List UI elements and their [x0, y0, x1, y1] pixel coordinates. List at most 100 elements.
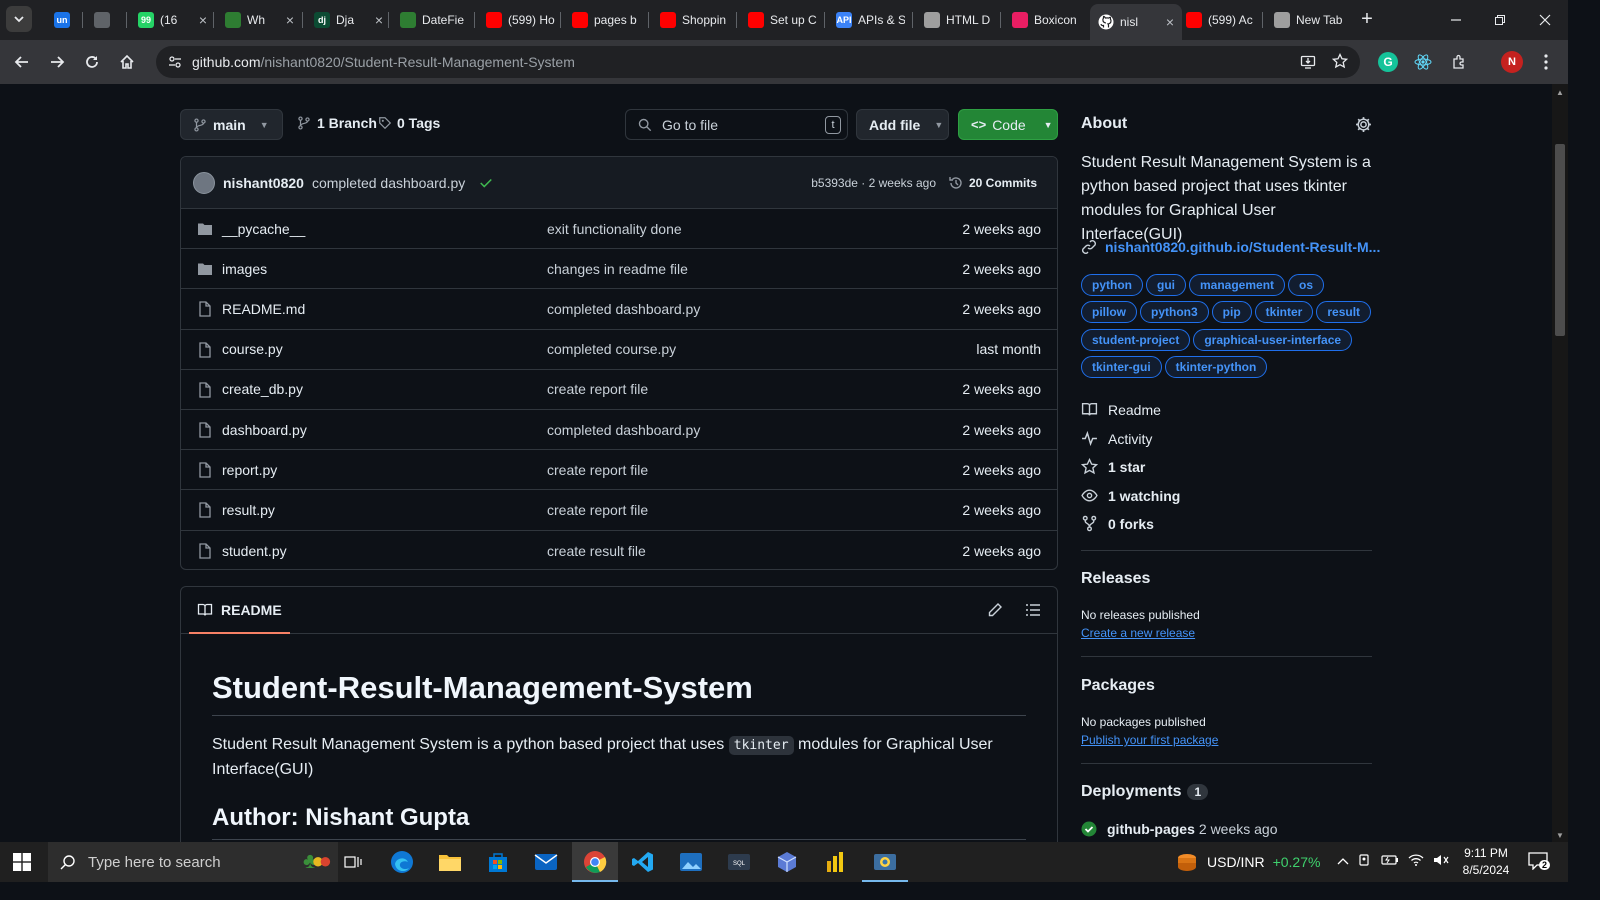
deployment-item[interactable]: github-pages 2 weeks ago: [1081, 821, 1278, 837]
readme-tab[interactable]: README: [189, 587, 290, 634]
file-name[interactable]: images: [222, 261, 267, 277]
file-explorer-icon[interactable]: [434, 846, 466, 878]
microsoft-store-icon[interactable]: [482, 846, 514, 878]
tab-close-icon[interactable]: ×: [1166, 14, 1174, 30]
file-name[interactable]: __pycache__: [222, 221, 305, 237]
kebab-menu-icon[interactable]: [1538, 52, 1554, 72]
topic-tag[interactable]: result: [1316, 301, 1372, 324]
file-row[interactable]: student.py create result file 2 weeks ago: [181, 531, 1057, 570]
react-devtools-icon[interactable]: [1413, 52, 1433, 72]
file-commit-message[interactable]: create result file: [547, 543, 646, 559]
page-scrollbar[interactable]: ▲ ▼: [1552, 84, 1568, 842]
file-name[interactable]: dashboard.py: [222, 422, 307, 438]
repo-stat-eye[interactable]: 1 watching: [1081, 487, 1180, 504]
file-name[interactable]: report.py: [222, 462, 277, 478]
tab-close-icon[interactable]: ×: [375, 12, 383, 28]
back-icon[interactable]: [10, 50, 34, 74]
create-release-link[interactable]: Create a new release: [1081, 626, 1195, 640]
task-view-icon[interactable]: [337, 846, 369, 878]
homepage-link[interactable]: nishant0820.github.io/Student-Result-M..…: [1081, 239, 1380, 255]
home-icon[interactable]: [115, 50, 139, 74]
avatar[interactable]: [193, 171, 215, 194]
file-row[interactable]: result.py create report file 2 weeks ago: [181, 490, 1057, 531]
clock[interactable]: 9:11 PM 8/5/2024: [1455, 845, 1517, 879]
extensions-icon[interactable]: [1449, 52, 1469, 72]
commit-hash-time[interactable]: b5393de · 2 weeks ago: [811, 176, 936, 190]
mail-icon[interactable]: [530, 846, 562, 878]
branch-selector[interactable]: main ▼: [180, 109, 283, 140]
repo-stat-fork[interactable]: 0 forks: [1081, 515, 1154, 532]
go-to-file-input[interactable]: Go to file t: [625, 109, 848, 140]
code-button[interactable]: <> Code ▼: [958, 109, 1058, 140]
file-row[interactable]: create_db.py create report file 2 weeks ag…: [181, 370, 1057, 410]
cube-app-icon[interactable]: [771, 846, 803, 878]
browser-tab[interactable]: (599) Ho: [478, 6, 563, 34]
install-app-icon[interactable]: [1300, 54, 1316, 73]
tab-close-icon[interactable]: ×: [199, 12, 207, 28]
packages-heading[interactable]: Packages: [1081, 677, 1155, 695]
browser-tab[interactable]: HTML D: [916, 6, 1001, 34]
browser-tab[interactable]: nisl ×: [1090, 4, 1182, 40]
file-name[interactable]: course.py: [222, 341, 283, 357]
browser-tab[interactable]: dj Dja ×: [306, 6, 391, 34]
new-tab-button[interactable]: +: [1356, 8, 1378, 30]
wifi-icon[interactable]: [1408, 853, 1424, 872]
browser-tab[interactable]: Boxicon: [1004, 6, 1089, 34]
browser-tab[interactable]: New Tab: [1266, 6, 1356, 34]
deployments-heading[interactable]: Deployments 1: [1081, 783, 1209, 801]
file-row[interactable]: course.py completed course.py last month: [181, 330, 1057, 370]
browser-tab[interactable]: pages b: [564, 6, 649, 34]
releases-heading[interactable]: Releases: [1081, 570, 1150, 588]
address-bar[interactable]: github.com/nishant0820/Student-Result-Ma…: [156, 46, 1360, 78]
topic-tag[interactable]: graphical-user-interface: [1193, 328, 1353, 351]
repo-stat-star[interactable]: 1 star: [1081, 458, 1145, 475]
add-file-button[interactable]: Add file ▼: [856, 109, 949, 140]
file-name[interactable]: student.py: [222, 543, 287, 559]
edge-browser-icon[interactable]: [386, 846, 418, 878]
restore-icon[interactable]: [1488, 8, 1512, 32]
topic-tag[interactable]: pillow: [1081, 301, 1137, 324]
file-name[interactable]: README.md: [222, 301, 305, 317]
branches-link[interactable]: 1 Branch: [297, 115, 377, 131]
forward-icon[interactable]: [45, 50, 69, 74]
file-commit-message[interactable]: completed dashboard.py: [547, 301, 700, 317]
battery-icon[interactable]: [1381, 853, 1399, 871]
notifications-icon[interactable]: 2: [1528, 852, 1552, 874]
bookmark-star-icon[interactable]: [1331, 52, 1349, 72]
gear-icon[interactable]: [1355, 116, 1372, 138]
minimize-icon[interactable]: [1444, 8, 1468, 32]
topic-tag[interactable]: python: [1081, 274, 1143, 296]
chevron-up-icon[interactable]: [1337, 853, 1349, 871]
browser-tab[interactable]: [86, 6, 116, 34]
publish-package-link[interactable]: Publish your first package: [1081, 733, 1218, 747]
tab-close-icon[interactable]: ×: [286, 12, 294, 28]
file-row[interactable]: __pycache__ exit functionality done 2 week…: [181, 209, 1057, 250]
file-commit-message[interactable]: create report file: [547, 462, 648, 478]
chrome-icon[interactable]: [579, 846, 611, 878]
browser-tab[interactable]: unun: [46, 6, 76, 34]
browser-tab[interactable]: 99 (16 ×: [130, 6, 215, 34]
file-commit-message[interactable]: create report file: [547, 502, 648, 518]
topic-tag[interactable]: tkinter-python: [1164, 355, 1268, 378]
volume-muted-icon[interactable]: [1433, 853, 1449, 872]
file-commit-message[interactable]: exit functionality done: [547, 221, 682, 237]
taskbar-search-box[interactable]: Type here to search ♣●●: [48, 842, 338, 882]
file-commit-message[interactable]: completed dashboard.py: [547, 422, 700, 438]
tab-search-button[interactable]: [6, 6, 32, 32]
currency-widget[interactable]: USD/INR +0.27%: [1175, 842, 1320, 882]
close-window-icon[interactable]: [1533, 8, 1557, 32]
file-commit-message[interactable]: completed course.py: [547, 341, 676, 357]
scroll-up-arrow[interactable]: ▲: [1556, 88, 1564, 97]
topic-tag[interactable]: tkinter: [1254, 301, 1314, 324]
repo-stat-pulse[interactable]: Activity: [1081, 430, 1152, 447]
browser-tab[interactable]: Wh ×: [217, 6, 302, 34]
windows-start-icon[interactable]: [6, 846, 38, 878]
file-name[interactable]: create_db.py: [222, 381, 303, 397]
meet-now-icon[interactable]: [1358, 853, 1372, 872]
tags-link[interactable]: 0 Tags: [378, 115, 440, 131]
vscode-icon[interactable]: [627, 846, 659, 878]
file-row[interactable]: dashboard.py completed dashboard.py 2 week…: [181, 410, 1057, 451]
commit-author[interactable]: nishant0820: [223, 175, 304, 191]
browser-tab[interactable]: API APIs & S: [828, 6, 913, 34]
topic-tag[interactable]: management: [1189, 274, 1286, 296]
